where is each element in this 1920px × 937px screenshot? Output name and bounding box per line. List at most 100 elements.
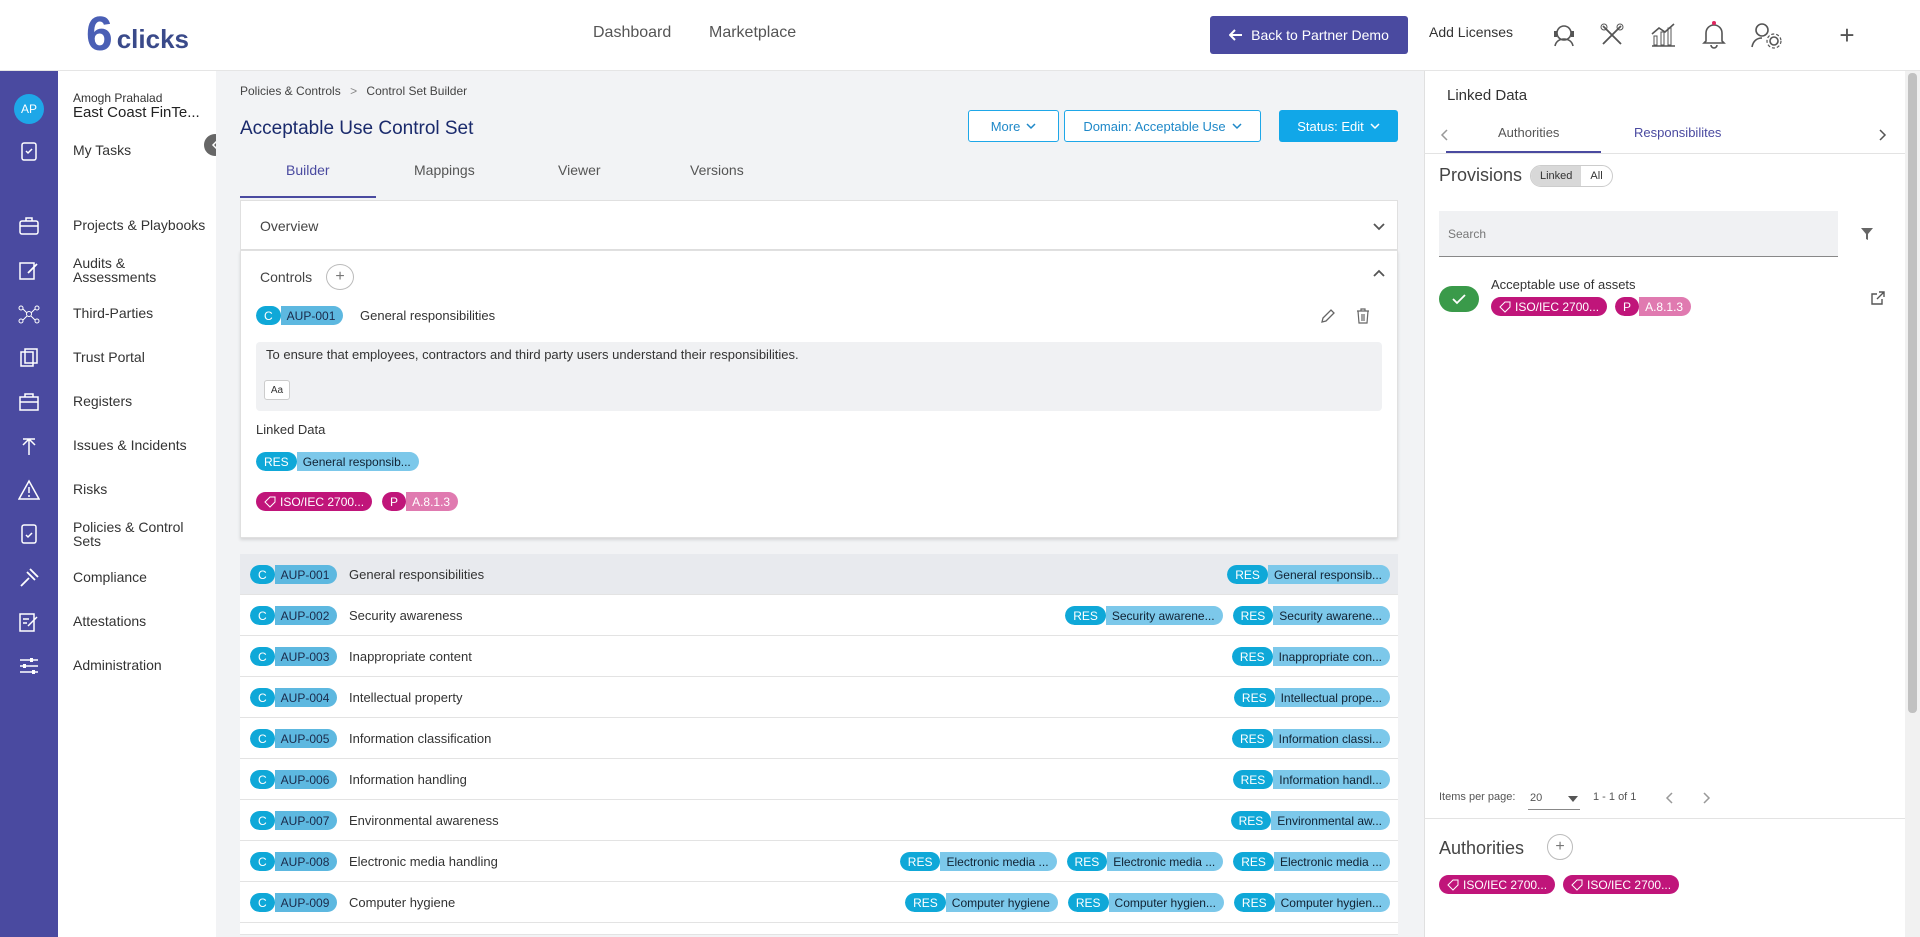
back-to-partner-demo-button[interactable]: Back to Partner Demo (1210, 16, 1408, 54)
table-row[interactable]: C AUP-009 Computer hygiene RES Computer hygi… (240, 882, 1398, 923)
support-agent-icon[interactable] (1549, 20, 1579, 50)
iso-chip[interactable]: ISO/IEC 2700... (256, 492, 373, 511)
sidebar-item-trust-portal[interactable]: Trust Portal (73, 350, 145, 364)
overview-panel[interactable] (240, 200, 1398, 250)
table-row[interactable]: C AUP-007 Environmental awareness RES Enviro… (240, 800, 1398, 841)
table-row[interactable]: C AUP-001 General responsibilities RES Gener… (240, 554, 1398, 595)
nav-marketplace[interactable]: Marketplace (709, 24, 796, 42)
iso-chip[interactable]: ISO/IEC 2700... (1563, 875, 1680, 894)
iso-chip[interactable]: ISO/IEC 2700... (1491, 297, 1608, 316)
table-row[interactable]: C AUP-003 Inappropriate content RES Inapprop… (240, 636, 1398, 677)
registers-icon[interactable] (18, 391, 40, 413)
risk-warning-icon[interactable] (18, 479, 40, 501)
chevron-up-icon[interactable] (1372, 268, 1386, 278)
res-chip[interactable]: RES Information classi... (1231, 729, 1390, 748)
linked-res-tag[interactable]: RES General responsib... (256, 452, 419, 471)
filter-icon[interactable] (1860, 227, 1874, 241)
briefcase-icon[interactable] (18, 215, 40, 237)
table-row[interactable]: C AUP-002 Security awareness RES Security aw… (240, 595, 1398, 636)
sidebar-item-audits[interactable]: Audits & Assessments (73, 256, 193, 284)
sidebar-item-compliance[interactable]: Compliance (73, 570, 147, 584)
add-licenses-link[interactable]: Add Licenses (1429, 24, 1513, 40)
edit-pencil-icon[interactable] (1320, 308, 1336, 324)
tab-mappings[interactable]: Mappings (414, 162, 475, 178)
tab-viewer[interactable]: Viewer (558, 162, 601, 178)
items-per-page-select[interactable]: 20 (1528, 788, 1580, 810)
sidebar-item-registers[interactable]: Registers (73, 394, 132, 408)
add-icon[interactable]: + (1832, 20, 1862, 50)
provision-chip[interactable]: P A.8.1.3 (382, 492, 459, 511)
tab-builder[interactable]: Builder (286, 162, 330, 178)
res-chip[interactable]: RES Electronic media ... (899, 852, 1057, 871)
sidebar-item-my-tasks[interactable]: My Tasks (73, 143, 131, 157)
org-name[interactable]: East Coast FinTe... (73, 104, 200, 121)
table-row[interactable] (240, 923, 1398, 935)
linked-check-toggle[interactable] (1439, 286, 1479, 312)
search-input[interactable]: Search (1439, 211, 1838, 257)
trust-portal-icon[interactable] (18, 347, 40, 369)
table-row[interactable]: C AUP-006 Information handling RES Informati… (240, 759, 1398, 800)
tab-versions[interactable]: Versions (690, 162, 744, 178)
res-chip[interactable]: RES Computer hygien... (1233, 893, 1390, 912)
gavel-icon[interactable] (18, 567, 40, 589)
chevron-left-icon[interactable] (1665, 792, 1675, 804)
sidebar-item-issues[interactable]: Issues & Incidents (73, 438, 187, 452)
avatar[interactable]: AP (14, 94, 44, 124)
res-chip[interactable]: RES Environmental aw... (1230, 811, 1390, 830)
sidebar-item-administration[interactable]: Administration (73, 658, 162, 672)
res-chip[interactable]: RES Security awarene... (1232, 606, 1390, 625)
res-chip[interactable]: RES Computer hygiene (905, 893, 1058, 912)
notifications-bell-icon[interactable] (1699, 20, 1729, 50)
res-chip[interactable]: RES Electronic media ... (1066, 852, 1224, 871)
res-chip[interactable]: RES Intellectual prope... (1233, 688, 1390, 707)
network-icon[interactable] (18, 303, 40, 325)
chevron-left-icon[interactable] (1440, 128, 1450, 142)
incidents-icon[interactable] (18, 435, 40, 457)
tasks-icon[interactable] (18, 140, 40, 162)
text-format-button[interactable]: Aa (264, 380, 290, 400)
table-row[interactable]: C AUP-004 Intellectual property RES Intellec… (240, 677, 1398, 718)
chevron-right-icon[interactable] (1877, 128, 1887, 142)
sidebar-item-projects[interactable]: Projects & Playbooks (73, 218, 205, 232)
sidebar-item-policies[interactable]: Policies & Control Sets (73, 520, 203, 548)
domain-button[interactable]: Domain: Acceptable Use (1064, 110, 1261, 142)
iso-chip[interactable]: ISO/IEC 2700... (1439, 875, 1556, 894)
sidebar-item-attestations[interactable]: Attestations (73, 614, 146, 628)
tools-icon[interactable] (1597, 20, 1627, 50)
provision-chip[interactable]: P A.8.1.3 (1615, 297, 1692, 316)
breadcrumb-parent[interactable]: Policies & Controls (240, 84, 341, 98)
scrollbar-thumb[interactable] (1908, 73, 1917, 713)
table-row[interactable]: C AUP-008 Electronic media handling RES Elec… (240, 841, 1398, 882)
res-chip[interactable]: RES Computer hygien... (1067, 893, 1224, 912)
analytics-icon[interactable] (1648, 20, 1678, 50)
nav-dashboard[interactable]: Dashboard (593, 24, 671, 42)
tab-authorities[interactable]: Authorities (1498, 125, 1559, 140)
res-chip[interactable]: RES General responsib... (1227, 565, 1390, 584)
toggle-all[interactable]: All (1581, 166, 1611, 186)
status-button[interactable]: Status: Edit (1279, 110, 1398, 142)
scrollbar[interactable] (1905, 71, 1920, 937)
toggle-linked[interactable]: Linked (1531, 166, 1582, 186)
user-settings-icon[interactable] (1750, 20, 1784, 50)
trash-icon[interactable] (1356, 308, 1370, 324)
chevron-right-icon[interactable] (1701, 792, 1711, 804)
chevron-down-icon[interactable] (1372, 222, 1386, 232)
add-authority-button[interactable]: + (1547, 834, 1573, 860)
res-chip[interactable]: RES Electronic media ... (1233, 852, 1390, 871)
sidebar-item-risks[interactable]: Risks (73, 482, 107, 496)
sidebar-item-third-parties[interactable]: Third-Parties (73, 306, 153, 320)
policy-check-icon[interactable] (18, 523, 40, 545)
add-control-button[interactable]: + (326, 264, 354, 290)
linked-all-toggle[interactable]: Linked All (1530, 165, 1613, 187)
res-chip[interactable]: RES Information handl... (1232, 770, 1390, 789)
attestation-icon[interactable] (18, 611, 40, 633)
open-external-icon[interactable] (1870, 290, 1886, 306)
logo[interactable]: 6 clicks (86, 10, 189, 60)
audit-edit-icon[interactable] (18, 259, 40, 281)
sliders-icon[interactable] (18, 655, 40, 677)
more-button[interactable]: More (968, 110, 1059, 142)
res-chip[interactable]: RES Inappropriate con... (1231, 647, 1390, 666)
tab-responsibilities[interactable]: Responsibilites (1634, 125, 1721, 140)
table-row[interactable]: C AUP-005 Information classification RES Inf… (240, 718, 1398, 759)
res-chip[interactable]: RES Security awarene... (1065, 606, 1223, 625)
